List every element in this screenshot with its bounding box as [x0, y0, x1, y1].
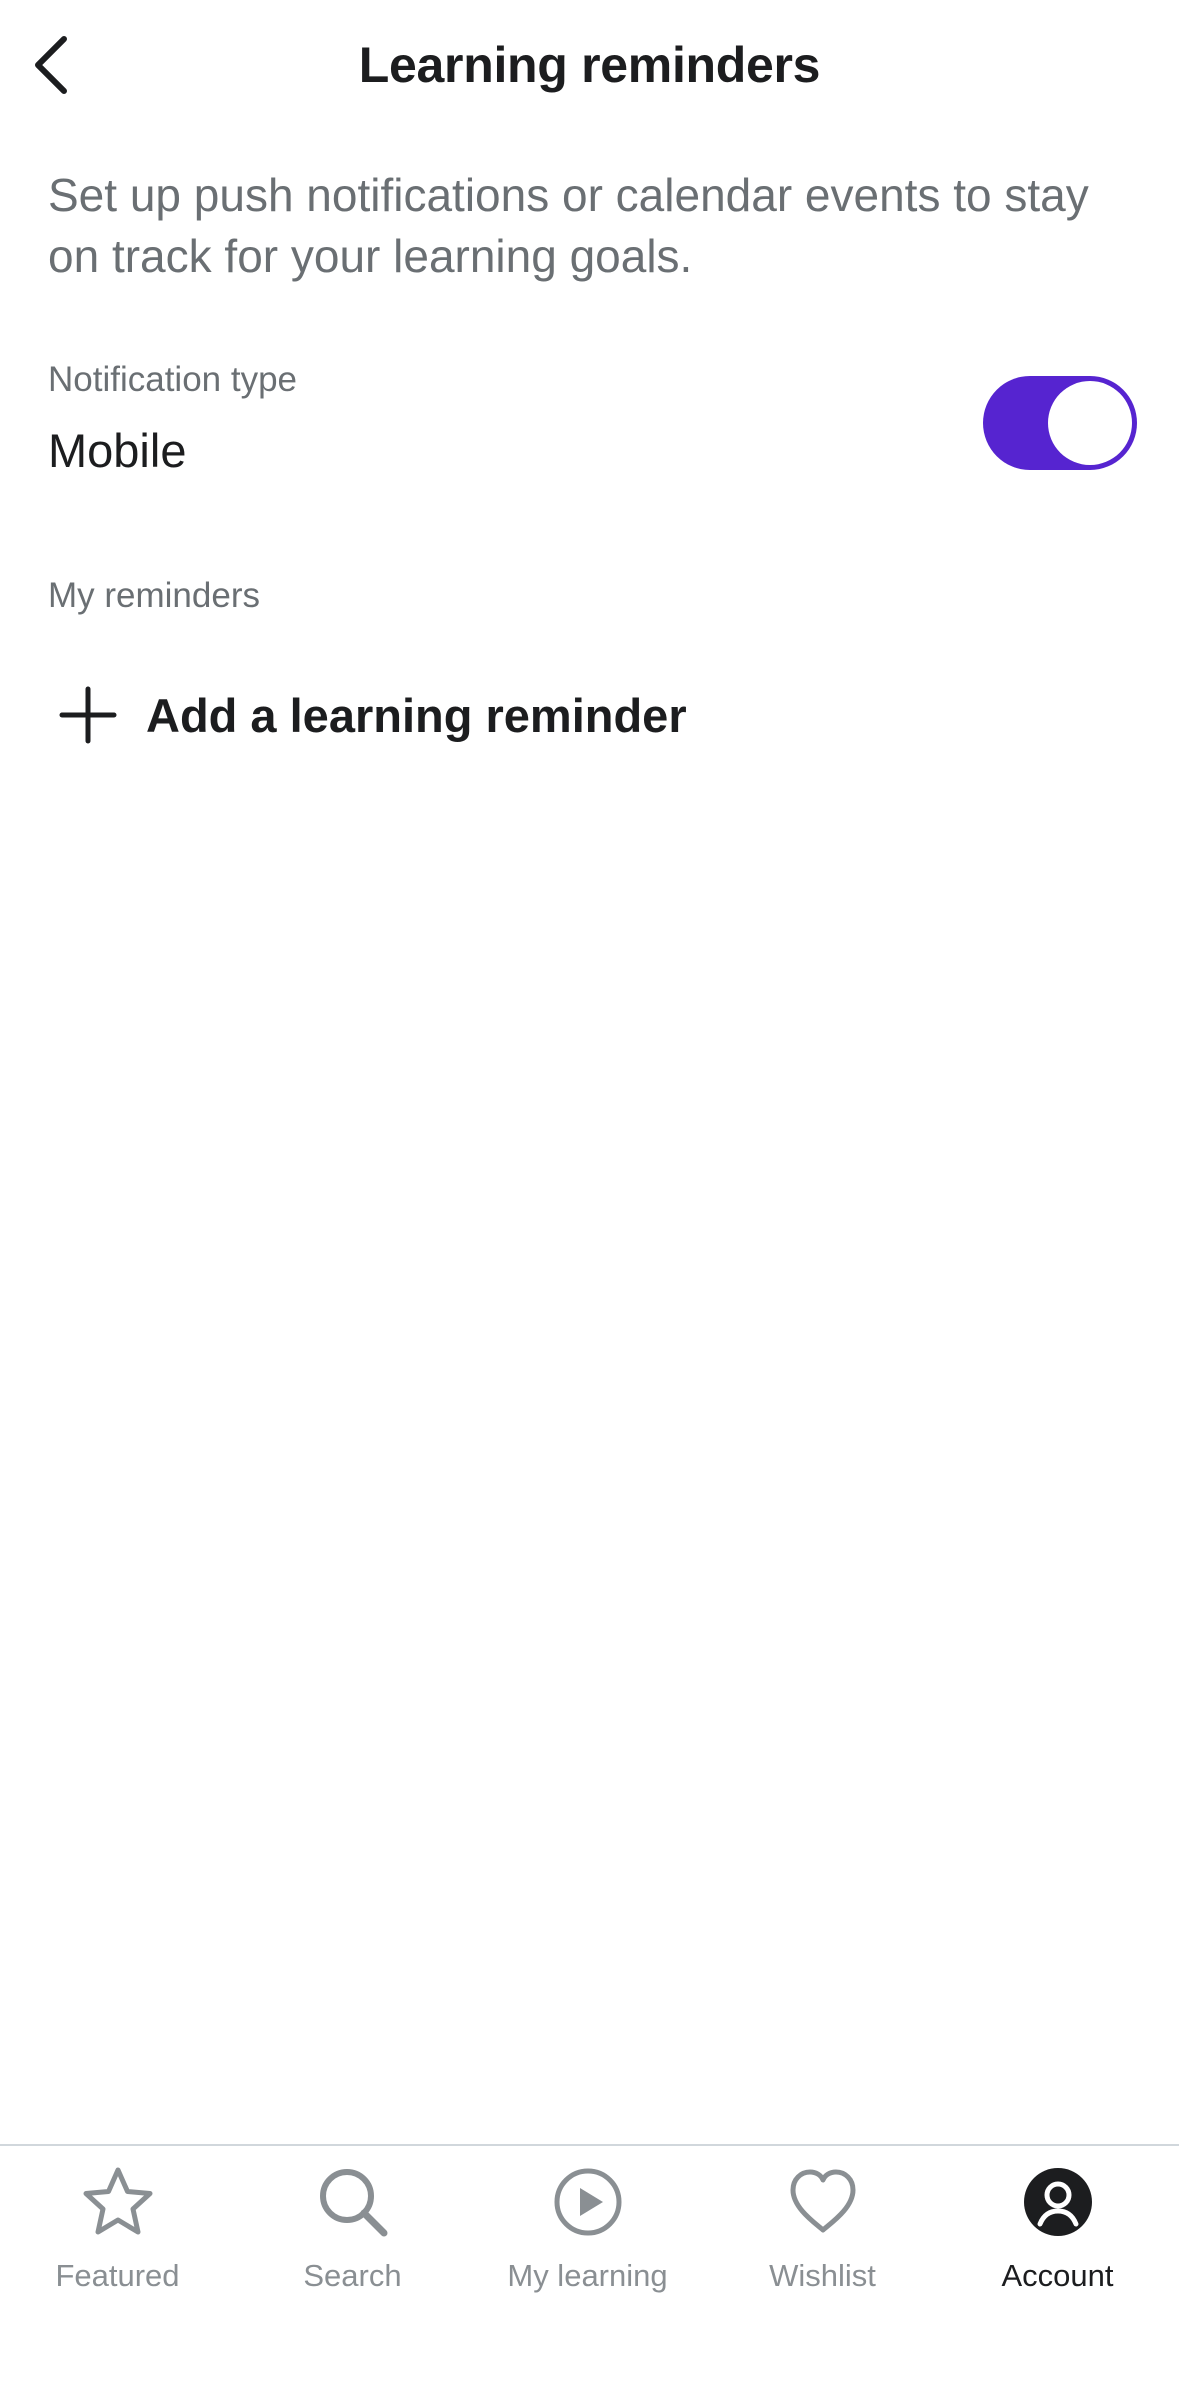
star-icon [80, 2164, 156, 2240]
nav-label-account: Account [1001, 2258, 1114, 2293]
learning-reminders-screen: Learning reminders Set up push notificat… [0, 0, 1179, 2396]
add-reminder-button[interactable]: Add a learning reminder [48, 670, 687, 760]
nav-label-search: Search [303, 2258, 402, 2293]
bottom-nav: Featured Search My learning Wishlist Acc… [0, 2144, 1179, 2396]
toggle-knob [1048, 381, 1132, 465]
play-circle-icon [550, 2164, 626, 2240]
nav-item-wishlist[interactable]: Wishlist [705, 2164, 940, 2314]
nav-item-featured[interactable]: Featured [0, 2164, 235, 2314]
heart-icon [785, 2164, 861, 2240]
nav-item-account[interactable]: Account [940, 2164, 1175, 2314]
add-reminder-label: Add a learning reminder [146, 688, 687, 742]
search-icon [315, 2164, 391, 2240]
nav-item-search[interactable]: Search [235, 2164, 470, 2314]
page-title: Learning reminders [358, 37, 821, 93]
my-reminders-label: My reminders [48, 576, 260, 615]
plus-icon [52, 679, 124, 751]
nav-label-featured: Featured [55, 2258, 180, 2293]
header: Learning reminders [0, 0, 1179, 134]
notification-type-label: Notification type [48, 360, 298, 399]
nav-label-wishlist: Wishlist [769, 2258, 876, 2293]
nav-label-my-learning: My learning [507, 2258, 668, 2293]
mobile-notification-toggle[interactable] [983, 376, 1137, 470]
account-icon [1020, 2164, 1096, 2240]
intro-text: Set up push notifications or calendar ev… [48, 169, 1089, 282]
notification-type-value: Mobile [48, 424, 187, 477]
nav-item-my-learning[interactable]: My learning [470, 2164, 705, 2314]
